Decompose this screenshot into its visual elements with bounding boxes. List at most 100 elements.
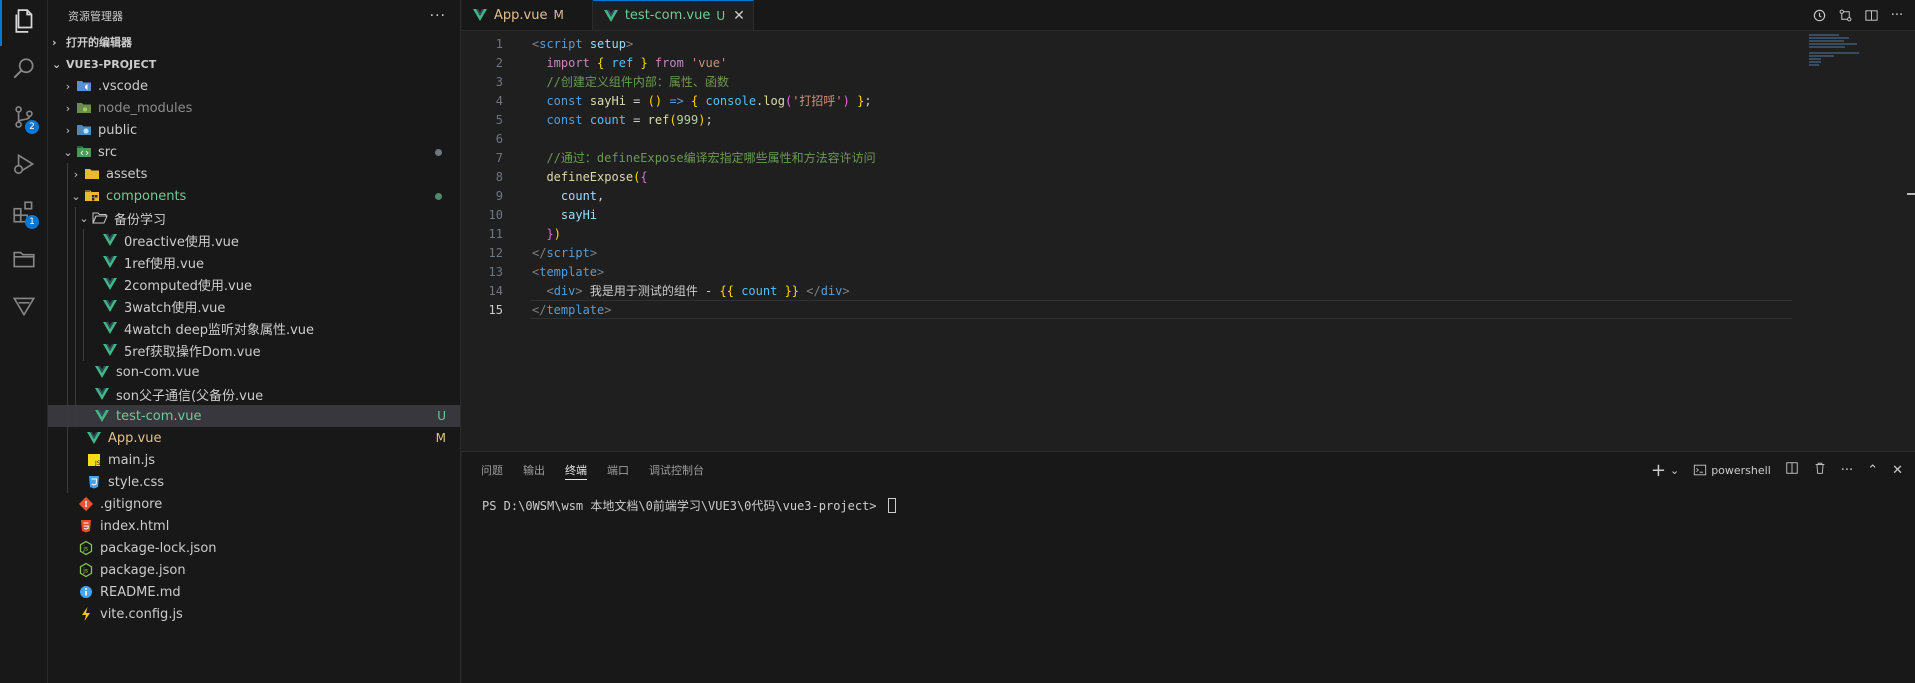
tree-item-label: package.json xyxy=(100,562,186,578)
panel-actions: + ⌄ powershell ··· ⌃ ✕ xyxy=(1651,452,1903,488)
tree-file[interactable]: 2computed使用.vue xyxy=(48,273,460,295)
tree-file[interactable]: test-com.vue U xyxy=(48,405,460,427)
tree-file[interactable]: son父子通信(父备份.vue xyxy=(48,383,460,405)
chevron-down-icon[interactable]: ⌄ xyxy=(1670,464,1679,477)
tree-file[interactable]: js package.json xyxy=(48,559,460,581)
project-label: VUE3-PROJECT xyxy=(66,57,157,71)
editor-tab[interactable]: test-com.vue U ✕ xyxy=(592,0,754,30)
info-file-icon xyxy=(78,584,94,600)
tree-file[interactable]: 3watch使用.vue xyxy=(48,295,460,317)
panel-tab[interactable]: 端口 xyxy=(607,452,629,488)
activity-other[interactable] xyxy=(0,285,48,331)
code-line: 13 <template> xyxy=(462,262,1792,281)
code-token: log xyxy=(763,94,785,108)
timeline-icon[interactable] xyxy=(1811,8,1827,24)
tree-file[interactable]: style.css xyxy=(48,471,460,493)
trash-icon[interactable] xyxy=(1813,461,1827,479)
minimap[interactable] xyxy=(1809,34,1859,74)
vscode-folder-icon xyxy=(76,78,92,94)
tree-file[interactable]: 4watch deep监听对象属性.vue xyxy=(48,317,460,339)
panel-tab[interactable]: 终端 xyxy=(565,452,587,488)
more-panel-actions-icon[interactable]: ··· xyxy=(1841,463,1853,478)
code-token: const xyxy=(546,112,583,127)
code-token: </ xyxy=(532,245,547,260)
indent-guide xyxy=(83,273,84,295)
tree-folder[interactable]: › .vscode xyxy=(48,75,460,97)
code-token: } xyxy=(640,55,648,70)
close-panel-icon[interactable]: ✕ xyxy=(1892,463,1903,478)
tree-folder[interactable]: › public xyxy=(48,119,460,141)
vue-file-icon xyxy=(94,408,110,424)
split-editor-icon[interactable] xyxy=(1863,8,1879,24)
close-icon[interactable]: ✕ xyxy=(733,8,745,24)
code-token: const xyxy=(546,94,583,108)
tree-file[interactable]: son-com.vue xyxy=(48,361,460,383)
more-actions-icon[interactable]: ··· xyxy=(430,8,446,24)
code-editor[interactable]: 1 <script setup> 2 import { ref } from 'vu… xyxy=(462,34,1792,319)
tree-folder[interactable]: ⌄ 备份学习 xyxy=(48,207,460,229)
indent-guide xyxy=(75,317,76,339)
tree-file[interactable]: vite.config.js xyxy=(48,603,460,625)
tree-file[interactable]: README.md xyxy=(48,581,460,603)
line-number: 15 xyxy=(488,302,503,317)
tree-file[interactable]: JS main.js xyxy=(48,449,460,471)
code-token: 我是用于测试的组件 - xyxy=(582,284,720,298)
indent-guide xyxy=(67,405,68,427)
code-token: 'vue' xyxy=(691,55,728,70)
code-token: div xyxy=(820,284,843,298)
activity-remote[interactable] xyxy=(0,238,48,284)
tree-file[interactable]: 0reactive使用.vue xyxy=(48,229,460,251)
tree-file[interactable]: index.html xyxy=(48,515,460,537)
activity-debug[interactable] xyxy=(0,143,48,189)
assets-folder-icon xyxy=(84,166,100,182)
tree-folder[interactable]: › node_modules xyxy=(48,97,460,119)
terminal-output[interactable]: PS D:\0WSM\wsm 本地文档\0前端学习\VUE3\0代码\vue3-… xyxy=(482,497,896,514)
tree-file[interactable]: App.vue M xyxy=(48,427,460,449)
more-editor-actions-icon[interactable]: ··· xyxy=(1889,8,1905,24)
indent-guide xyxy=(67,295,68,317)
new-terminal-icon[interactable]: + xyxy=(1651,460,1666,481)
code-token: template xyxy=(539,264,598,279)
tree-folder[interactable]: › assets xyxy=(48,163,460,185)
compare-changes-icon[interactable] xyxy=(1837,8,1853,24)
svg-text:JS: JS xyxy=(94,460,101,467)
activity-extensions[interactable]: 1 xyxy=(0,191,48,237)
activity-explorer[interactable] xyxy=(0,0,48,46)
search-icon xyxy=(11,56,37,86)
code-token: => xyxy=(669,94,684,108)
tab-label: test-com.vue xyxy=(624,8,711,23)
indent-guide xyxy=(67,317,68,339)
open-editors-section[interactable]: › 打开的编辑器 xyxy=(48,31,460,53)
tree-file[interactable]: .gitignore xyxy=(48,493,460,515)
code-line: 6 xyxy=(462,129,1792,148)
editor-tab[interactable]: App.vue M xyxy=(462,0,593,30)
line-number: 8 xyxy=(495,169,503,184)
tree-folder[interactable]: ⌄ components xyxy=(48,185,460,207)
tree-file[interactable]: 5ref获取操作Dom.vue xyxy=(48,339,460,361)
split-terminal-icon[interactable] xyxy=(1785,461,1799,479)
explorer-title: 资源管理器 xyxy=(68,9,123,23)
open-folder-icon xyxy=(92,210,108,226)
code-line: 3 //创建定义组件内部：属性、函数 xyxy=(462,72,1792,91)
panel-tab[interactable]: 问题 xyxy=(481,452,503,488)
project-section[interactable]: ⌄ VUE3-PROJECT xyxy=(48,53,460,75)
tree-file[interactable]: 1ref使用.vue xyxy=(48,251,460,273)
tree-folder[interactable]: ⌄ src xyxy=(48,141,460,163)
maximize-panel-icon[interactable]: ⌃ xyxy=(1867,463,1878,478)
activity-search[interactable] xyxy=(0,48,48,94)
vue-file-icon xyxy=(472,7,488,23)
code-token: </ xyxy=(806,284,821,298)
activity-scm[interactable]: 2 xyxy=(0,96,48,142)
node-folder-icon xyxy=(76,100,92,116)
terminal-shell-button[interactable]: powershell xyxy=(1693,463,1771,477)
git-file-icon xyxy=(78,496,94,512)
editor-actions: ··· xyxy=(1811,0,1905,31)
panel-tab[interactable]: 调试控制台 xyxy=(649,452,704,488)
panel-tab[interactable]: 输出 xyxy=(523,452,545,488)
chevron-down-icon: ⌄ xyxy=(71,189,81,203)
line-number: 5 xyxy=(495,112,503,127)
tree-file[interactable]: js package-lock.json xyxy=(48,537,460,559)
